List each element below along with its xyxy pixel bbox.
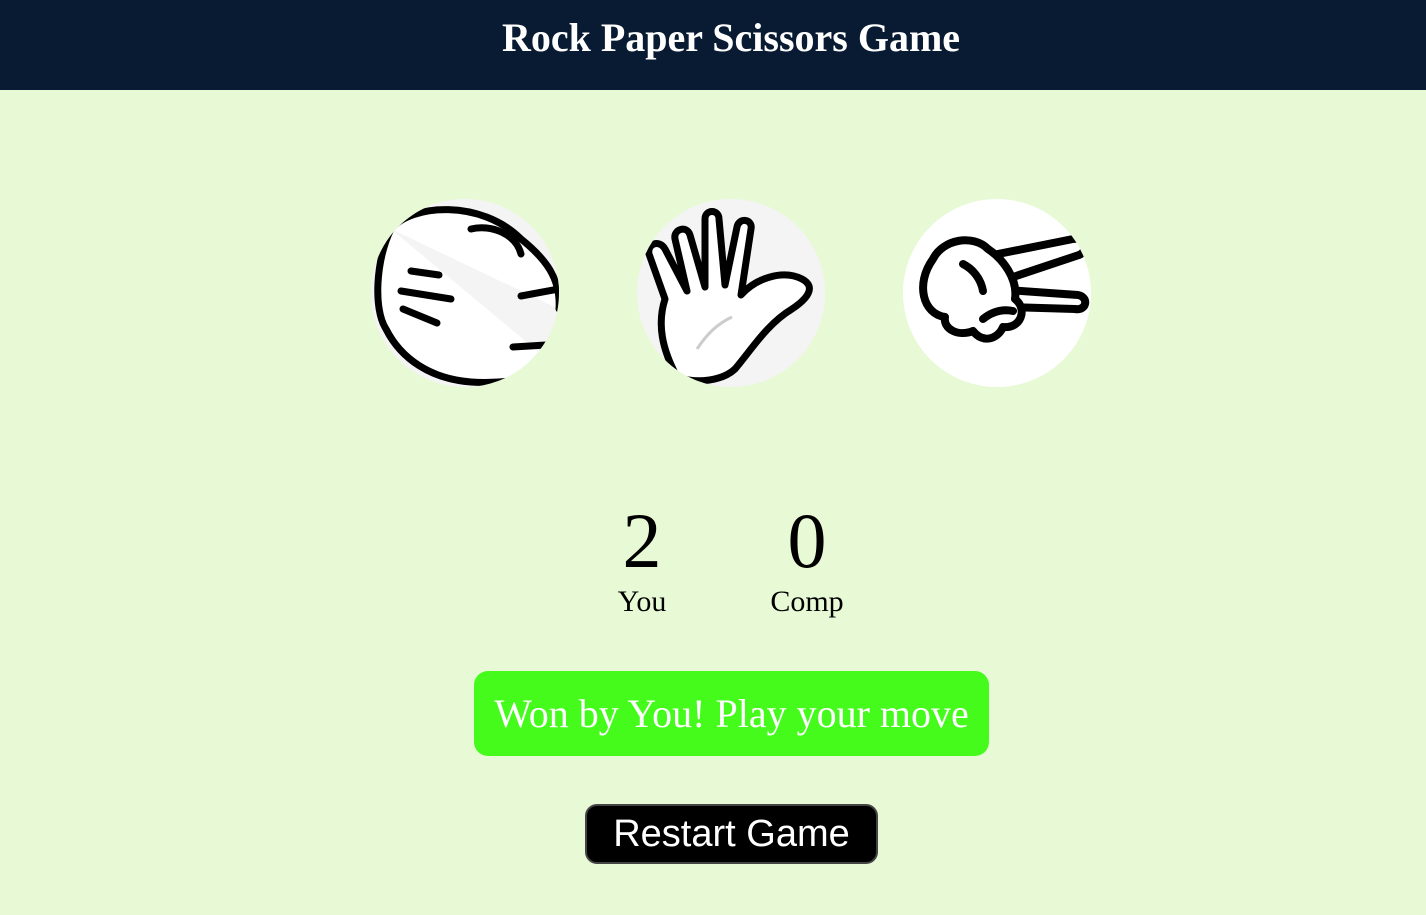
score-comp: 0 Comp <box>747 500 867 620</box>
choice-paper[interactable] <box>637 199 825 387</box>
choices-row <box>371 199 1091 387</box>
score-user: 2 You <box>582 500 702 620</box>
page-header: Rock Paper Scissors Game <box>0 0 1426 90</box>
comp-score-label: Comp <box>770 585 844 618</box>
page-title: Rock Paper Scissors Game <box>501 14 961 60</box>
result-message: Won by You! Play your move <box>474 671 989 756</box>
choice-scissors[interactable] <box>903 199 1091 387</box>
user-score-value: 2 <box>622 497 662 584</box>
comp-score-value: 0 <box>787 497 827 584</box>
user-score-label: You <box>617 585 667 618</box>
scissors-hand-icon <box>919 234 1090 343</box>
choice-rock[interactable] <box>371 199 559 387</box>
restart-game-button[interactable]: Restart Game <box>585 804 878 864</box>
paper-hand-icon <box>645 208 813 385</box>
rock-fist-icon <box>374 206 559 386</box>
